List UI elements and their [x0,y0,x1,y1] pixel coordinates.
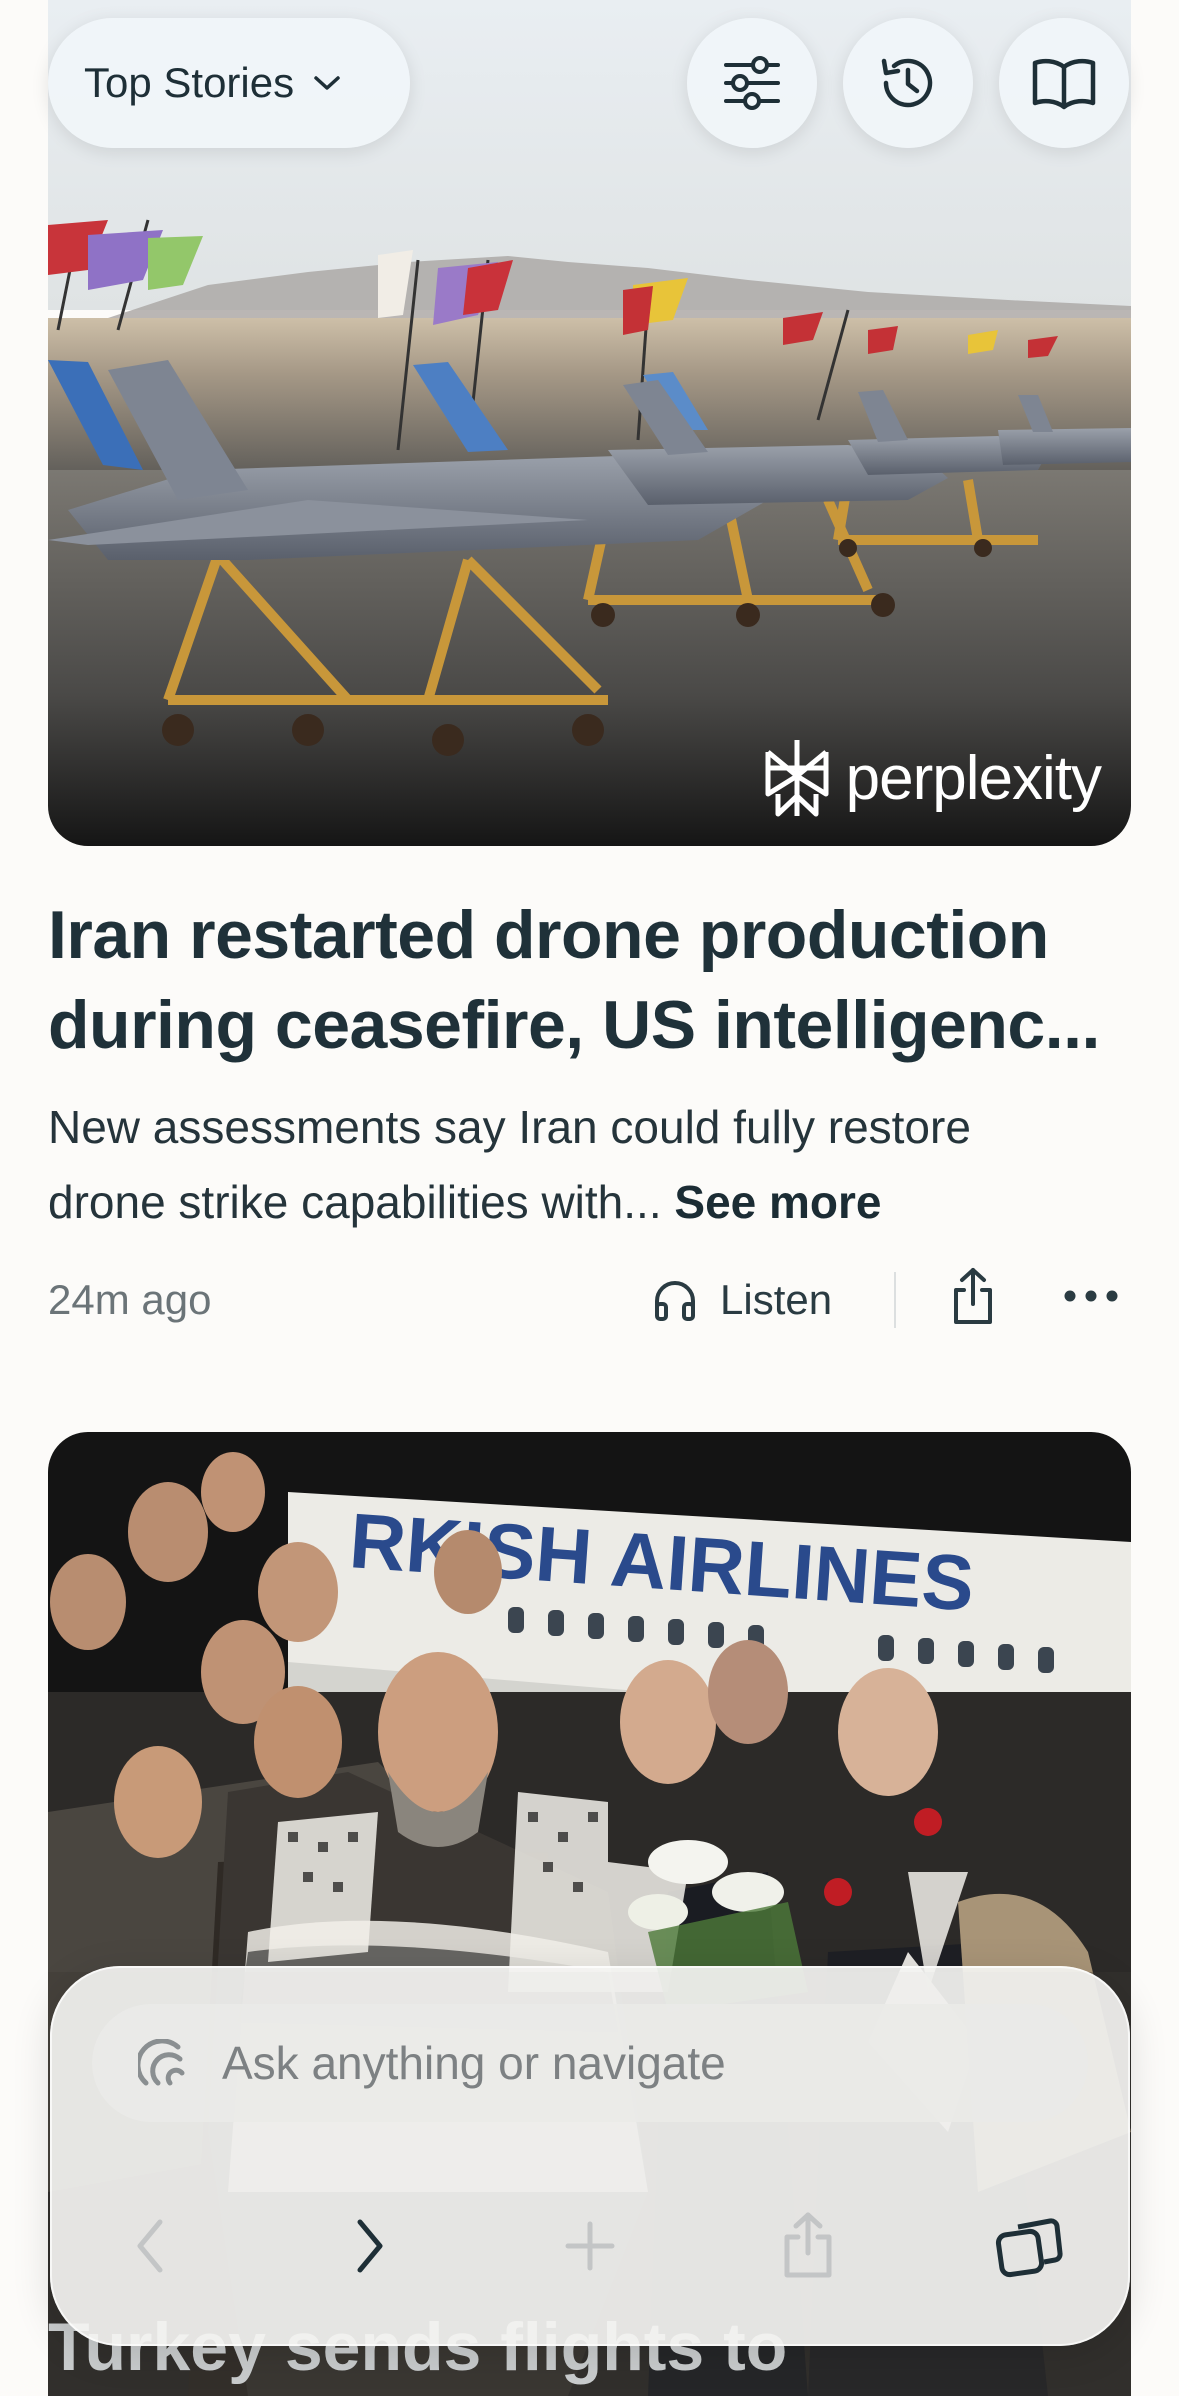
perplexity-logo-icon [765,740,829,817]
summary-line-2: drone strike capabilities with... [48,1176,675,1228]
share-icon [784,2212,832,2278]
new-tab-button[interactable] [550,2206,630,2286]
share-article-button[interactable] [946,1266,1000,1333]
history-button[interactable] [843,18,973,148]
forward-arrow-icon [357,2219,383,2273]
more-horizontal-icon [1064,1290,1118,1302]
divider [894,1272,896,1328]
listen-label: Listen [720,1276,833,1323]
browser-bottom-bar [50,1966,1130,2346]
feed-selector-button[interactable]: Top Stories [48,18,410,148]
library-button[interactable] [999,18,1129,148]
headphones-icon [655,1281,695,1321]
listen-button[interactable]: Listen [652,1262,832,1338]
article-meta-row: 24m ago Listen [48,1262,1131,1338]
summary-line-1: New assessments say Iran could fully res… [48,1101,971,1153]
back-arrow-icon [137,2219,163,2273]
tabs-button[interactable] [990,2206,1070,2286]
perplexity-watermark: perplexity [762,738,1102,818]
tabs-icon [995,2218,1063,2278]
timestamp: 24m ago [48,1276,212,1323]
share-icon [954,1268,992,1324]
back-button[interactable] [110,2206,190,2286]
filter-sliders-icon [724,56,780,110]
see-more-link[interactable]: See more [674,1176,881,1228]
headline-line-2: during ceasefire, US intelligenc... [48,987,1100,1063]
filter-button[interactable] [687,18,817,148]
article-summary: New assessments say Iran could fully res… [48,1090,1138,1240]
comet-logo-icon [138,2039,185,2086]
new-tab-plus-icon [565,2221,615,2271]
feed-selector-label: Top Stories [84,59,295,106]
forward-button[interactable] [330,2206,410,2286]
search-bar[interactable] [92,2004,1088,2122]
chevron-down-icon [314,76,340,90]
search-input[interactable] [222,2036,1042,2090]
article-headline[interactable]: Iran restarted drone production during c… [48,890,1138,1070]
share-page-button[interactable] [768,2206,848,2286]
watermark-text: perplexity [845,743,1102,813]
more-options-button[interactable] [1056,1266,1126,1331]
library-book-icon [1032,58,1096,110]
history-icon [881,58,933,108]
news-feed-screen: perplexity Top Stories Iran restarted dr… [0,0,1179,2396]
headline-line-1: Iran restarted drone production [48,897,1049,973]
